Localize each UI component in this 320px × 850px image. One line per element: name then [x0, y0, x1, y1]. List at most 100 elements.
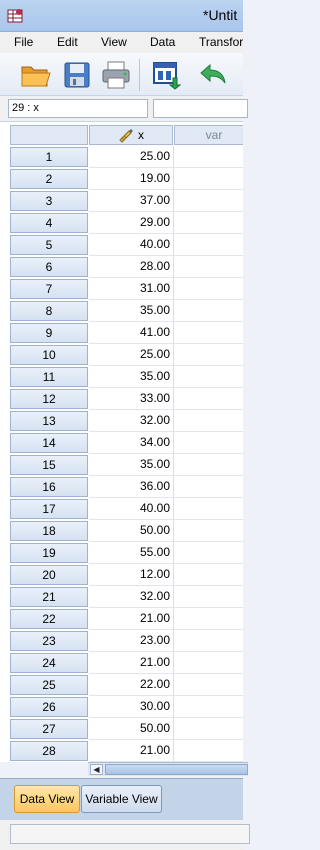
row-header[interactable]: 27 [10, 719, 88, 739]
tab-data-view[interactable]: Data View [14, 785, 80, 813]
row-header[interactable]: 24 [10, 653, 88, 673]
cell-x[interactable]: 33.00 [89, 388, 174, 410]
cell-x[interactable]: 22.00 [89, 674, 174, 696]
menu-file[interactable]: File [14, 35, 33, 49]
row-header[interactable]: 28 [10, 741, 88, 761]
row-header[interactable]: 10 [10, 345, 88, 365]
cell-x[interactable]: 50.00 [89, 718, 174, 740]
undo-button[interactable] [197, 59, 231, 91]
scroll-left-arrow-icon[interactable]: ◀ [90, 764, 103, 775]
cell-var[interactable] [174, 212, 243, 234]
cell-x[interactable]: 29.00 [89, 212, 174, 234]
print-button[interactable] [99, 59, 133, 91]
column-header-var[interactable]: var [174, 125, 243, 145]
dialog-recall-button[interactable] [150, 59, 184, 91]
save-button[interactable] [60, 59, 94, 91]
cell-var[interactable] [174, 674, 243, 696]
row-header[interactable]: 19 [10, 543, 88, 563]
row-header[interactable]: 12 [10, 389, 88, 409]
row-header[interactable]: 21 [10, 587, 88, 607]
cell-reference-box[interactable]: 29 : x [8, 99, 148, 118]
row-header[interactable]: 5 [10, 235, 88, 255]
menu-view[interactable]: View [101, 35, 127, 49]
cell-x[interactable]: 30.00 [89, 696, 174, 718]
cell-var[interactable] [174, 652, 243, 674]
row-header[interactable]: 17 [10, 499, 88, 519]
cell-editor-field[interactable] [153, 99, 248, 118]
cell-x[interactable]: 25.00 [89, 146, 174, 168]
cell-var[interactable] [174, 476, 243, 498]
cell-var[interactable] [174, 190, 243, 212]
cell-var[interactable] [174, 542, 243, 564]
row-header[interactable]: 11 [10, 367, 88, 387]
spss-app-icon[interactable] [7, 7, 25, 25]
cell-var[interactable] [174, 696, 243, 718]
cell-x[interactable]: 12.00 [89, 564, 174, 586]
cell-x[interactable]: 41.00 [89, 322, 174, 344]
cell-x[interactable]: 36.00 [89, 476, 174, 498]
cell-var[interactable] [174, 300, 243, 322]
cell-var[interactable] [174, 322, 243, 344]
cell-x[interactable]: 35.00 [89, 300, 174, 322]
cell-x[interactable]: 40.00 [89, 498, 174, 520]
cell-var[interactable] [174, 630, 243, 652]
row-header[interactable]: 6 [10, 257, 88, 277]
cell-x[interactable]: 23.00 [89, 630, 174, 652]
cell-var[interactable] [174, 146, 243, 168]
cell-var[interactable] [174, 168, 243, 190]
row-header[interactable]: 13 [10, 411, 88, 431]
scrollbar-thumb[interactable] [105, 764, 248, 775]
tab-variable-view[interactable]: Variable View [81, 785, 162, 813]
cell-x[interactable]: 31.00 [89, 278, 174, 300]
cell-x[interactable]: 28.00 [89, 256, 174, 278]
cell-x[interactable]: 25.00 [89, 344, 174, 366]
cell-x[interactable]: 19.00 [89, 168, 174, 190]
cell-var[interactable] [174, 608, 243, 630]
cell-var[interactable] [174, 234, 243, 256]
row-header[interactable]: 4 [10, 213, 88, 233]
row-header[interactable]: 26 [10, 697, 88, 717]
row-header[interactable]: 2 [10, 169, 88, 189]
cell-var[interactable] [174, 256, 243, 278]
menu-data[interactable]: Data [150, 35, 175, 49]
open-button[interactable] [19, 59, 53, 91]
cell-var[interactable] [174, 410, 243, 432]
cell-var[interactable] [174, 344, 243, 366]
cell-var[interactable] [174, 718, 243, 740]
horizontal-scrollbar[interactable]: ◀ [88, 762, 248, 776]
row-header[interactable]: 15 [10, 455, 88, 475]
row-header[interactable]: 16 [10, 477, 88, 497]
cell-var[interactable] [174, 586, 243, 608]
cell-x[interactable]: 50.00 [89, 520, 174, 542]
cell-x[interactable]: 55.00 [89, 542, 174, 564]
cell-x[interactable]: 32.00 [89, 586, 174, 608]
row-header[interactable]: 14 [10, 433, 88, 453]
row-header[interactable]: 8 [10, 301, 88, 321]
cell-x[interactable]: 21.00 [89, 740, 174, 762]
row-header[interactable]: 25 [10, 675, 88, 695]
cell-x[interactable]: 35.00 [89, 454, 174, 476]
row-header[interactable]: 3 [10, 191, 88, 211]
cell-var[interactable] [174, 740, 243, 762]
grid-corner-selector[interactable] [10, 125, 88, 145]
cell-x[interactable]: 35.00 [89, 366, 174, 388]
row-header[interactable]: 23 [10, 631, 88, 651]
cell-var[interactable] [174, 498, 243, 520]
row-header[interactable]: 9 [10, 323, 88, 343]
cell-x[interactable]: 21.00 [89, 608, 174, 630]
menu-edit[interactable]: Edit [57, 35, 78, 49]
cell-var[interactable] [174, 278, 243, 300]
row-header[interactable]: 20 [10, 565, 88, 585]
column-header-x[interactable]: x [89, 125, 173, 145]
cell-x[interactable]: 32.00 [89, 410, 174, 432]
cell-x[interactable]: 21.00 [89, 652, 174, 674]
menu-transform[interactable]: Transfor [199, 35, 243, 49]
row-header[interactable]: 22 [10, 609, 88, 629]
row-header[interactable]: 1 [10, 147, 88, 167]
row-header[interactable]: 18 [10, 521, 88, 541]
cell-x[interactable]: 34.00 [89, 432, 174, 454]
cell-var[interactable] [174, 432, 243, 454]
cell-var[interactable] [174, 454, 243, 476]
cell-x[interactable]: 37.00 [89, 190, 174, 212]
cell-var[interactable] [174, 564, 243, 586]
